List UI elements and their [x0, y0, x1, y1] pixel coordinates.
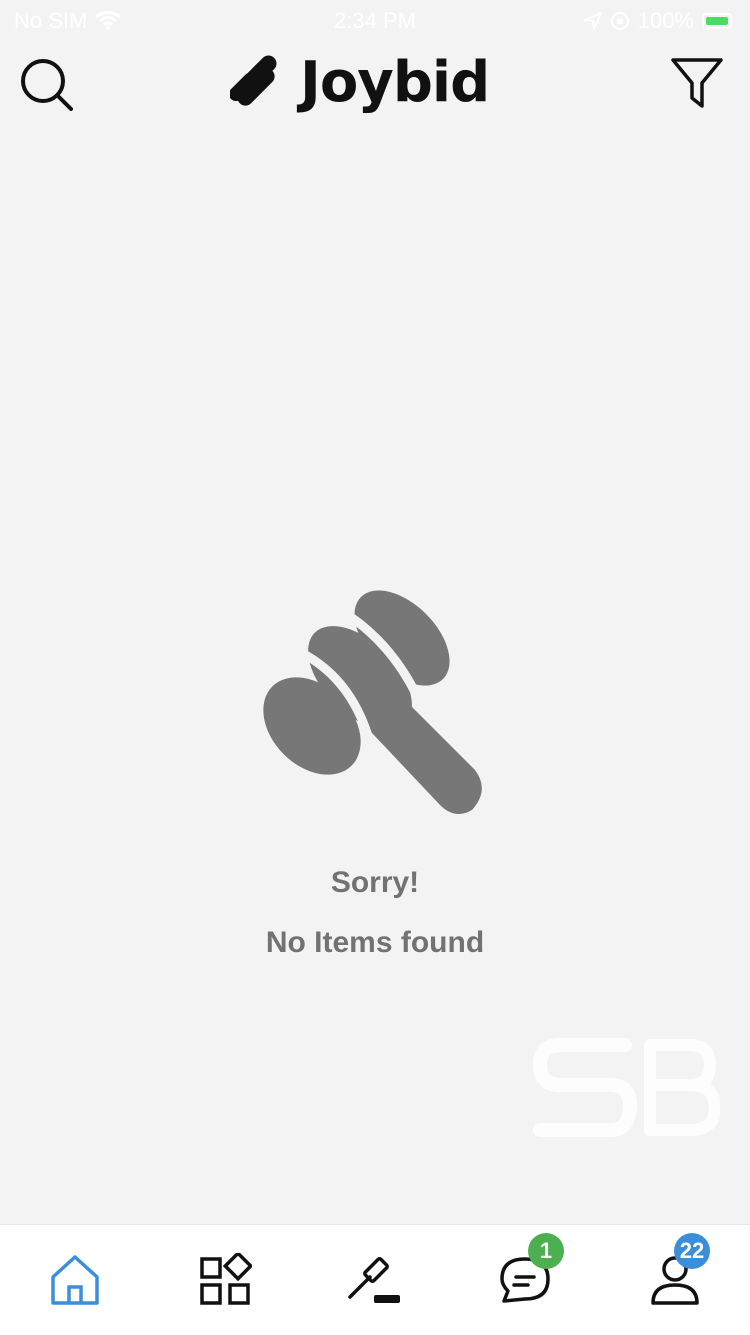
status-bar: No SIM 2:34 PM 100% — [0, 0, 750, 40]
empty-title: Sorry! — [330, 866, 420, 899]
categories-icon — [200, 1253, 252, 1305]
location-icon — [583, 12, 602, 30]
tab-auctions[interactable] — [300, 1225, 450, 1335]
empty-message: No Items found — [265, 926, 485, 959]
home-icon — [51, 1255, 99, 1305]
joybid-logo-mark-icon — [230, 55, 277, 106]
tab-bar: 1 22 — [0, 1224, 750, 1335]
battery-icon — [702, 13, 732, 29]
battery-percent: 100% — [637, 8, 694, 33]
app-header: Joybid — [0, 40, 750, 130]
status-right: 100% — [583, 8, 732, 34]
messages-badge: 1 — [528, 1233, 564, 1269]
app-logo: Joybid — [230, 50, 490, 115]
filter-button[interactable] — [670, 56, 724, 112]
orientation-lock-icon — [610, 12, 629, 30]
tab-messages[interactable]: 1 — [450, 1225, 600, 1335]
tab-profile[interactable]: 22 — [600, 1225, 750, 1335]
gavel-icon — [348, 1257, 400, 1303]
watermark-logo-icon — [532, 1038, 720, 1137]
filter-icon — [671, 58, 723, 108]
profile-badge: 22 — [674, 1233, 710, 1269]
gavel-icon — [263, 590, 482, 814]
search-button[interactable] — [18, 56, 76, 114]
app-title: Joybid — [300, 50, 490, 115]
search-icon — [21, 59, 73, 111]
tab-categories[interactable] — [150, 1225, 300, 1335]
tab-home[interactable] — [0, 1225, 150, 1335]
